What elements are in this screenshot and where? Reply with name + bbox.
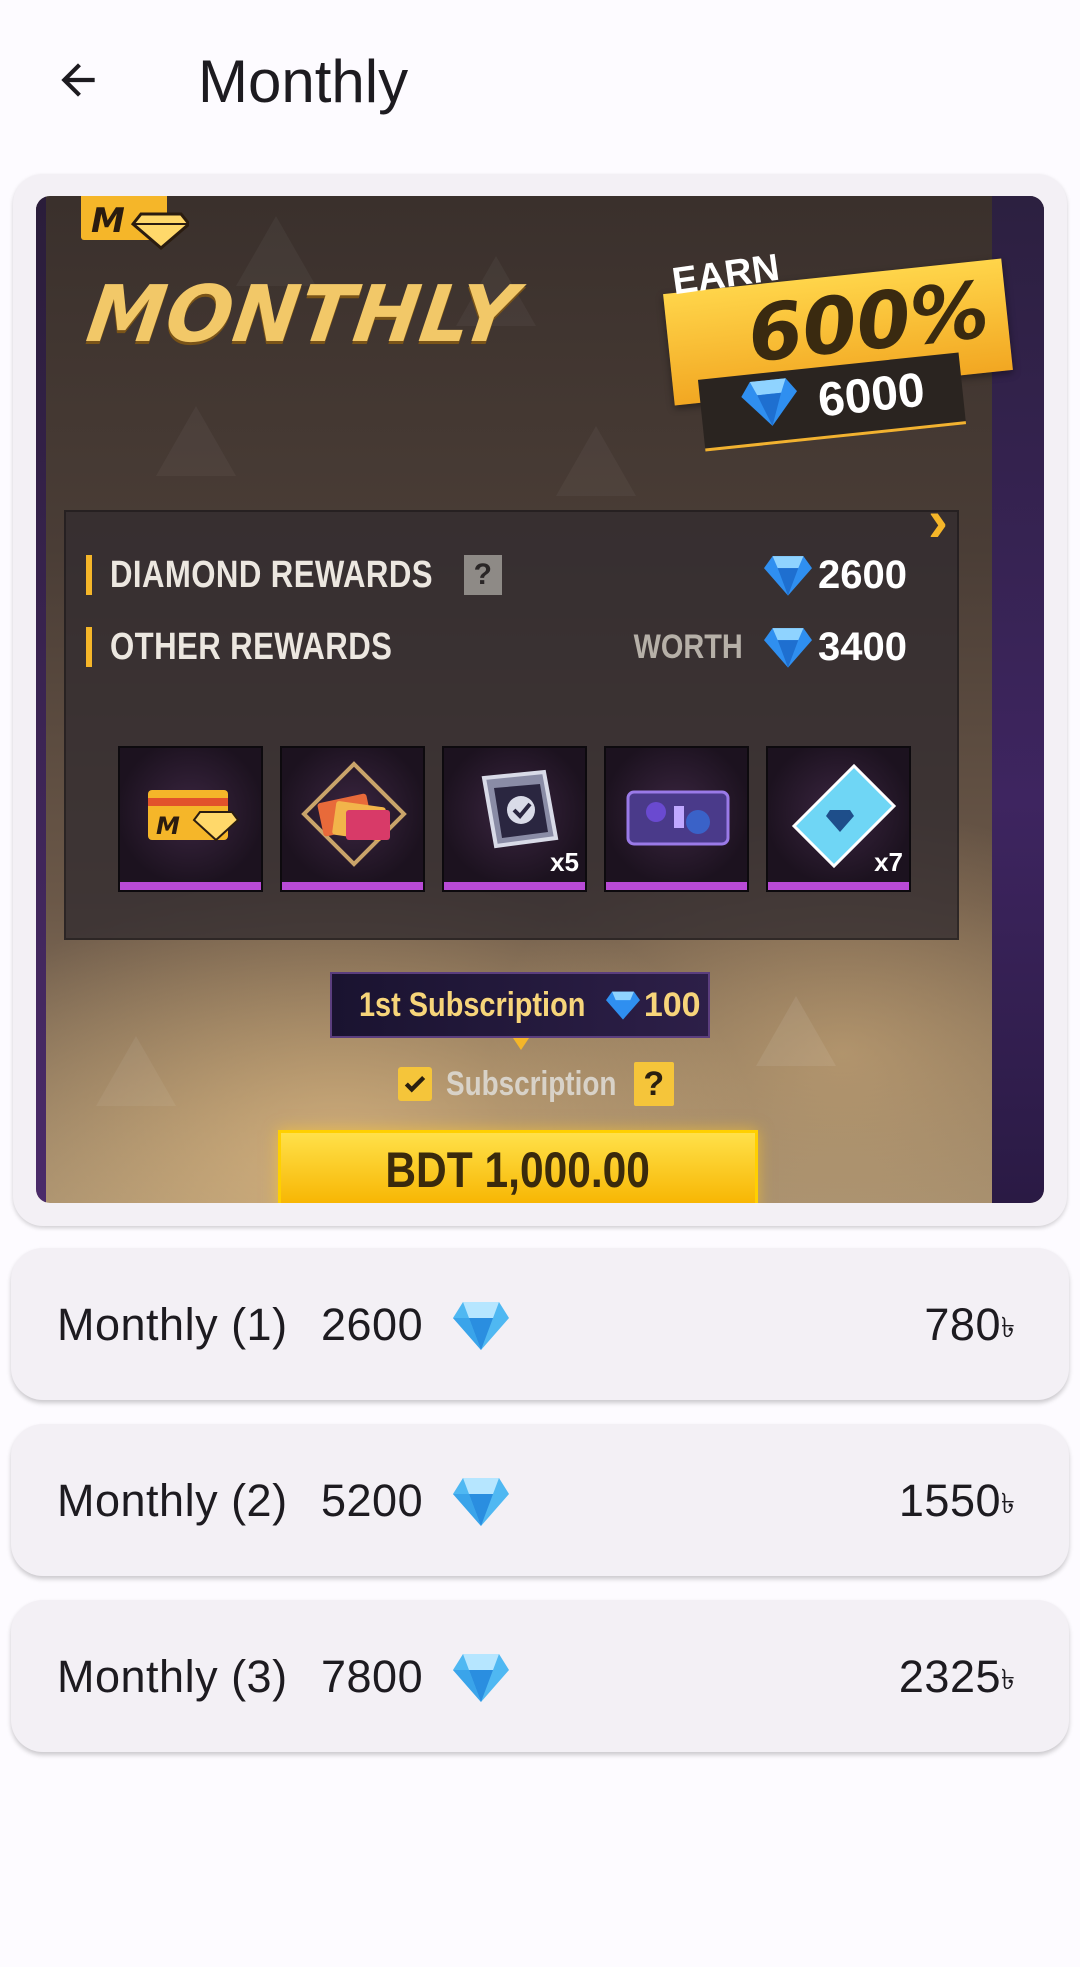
earn-diamonds: 6000 [815, 363, 928, 428]
monthly-card-badge-icon: M [81, 196, 189, 250]
monthly-card-item[interactable]: M [118, 746, 263, 892]
crate-icon [626, 790, 730, 846]
check-icon [404, 1075, 426, 1093]
rarity-bar [768, 882, 909, 890]
product-monthly-2[interactable]: Monthly (2) 5200 1550 ৳ [11, 1424, 1069, 1576]
svg-text:M: M [91, 201, 125, 241]
currency-symbol: ৳ [1001, 1487, 1015, 1520]
other-rewards-label: OTHER REWARDS [110, 625, 393, 668]
crate-item[interactable] [604, 746, 749, 892]
product-label: Monthly (2) [57, 1475, 288, 1526]
other-rewards-value: 3400 [818, 624, 907, 669]
monthly-banner-image: M MONTHLY EARN 600% 6000 DIAMOND REWARDS… [36, 196, 1044, 1203]
diamond-icon [764, 556, 813, 596]
arrow-back-icon [61, 63, 95, 97]
cards-bundle-icon [301, 761, 407, 867]
product-label: Monthly (1) [57, 1299, 288, 1350]
product-price: 1550 [898, 1475, 1001, 1526]
product-diamonds: 5200 [321, 1475, 424, 1526]
product-price: 2325 [898, 1651, 1001, 1702]
back-button[interactable] [28, 30, 128, 130]
diamond-icon [453, 1478, 509, 1526]
product-monthly-1[interactable]: Monthly (1) 2600 780 ৳ [11, 1248, 1069, 1400]
diamond-icon [453, 1654, 509, 1702]
rarity-bar [606, 882, 747, 890]
diamond-icon [605, 991, 640, 1020]
rarity-bar [120, 882, 261, 890]
top-app-bar: Monthly [0, 0, 1080, 168]
currency-symbol: ৳ [1001, 1311, 1015, 1344]
item-quantity: x7 [874, 847, 903, 877]
first-subscription-value: 100 [643, 985, 701, 1024]
monthly-card-icon: M [148, 790, 240, 842]
product-monthly-3[interactable]: Monthly (3) 7800 2325 ৳ [11, 1600, 1069, 1752]
page-title: Monthly [198, 48, 409, 115]
other-rewards-row: OTHER REWARDS [86, 624, 454, 670]
first-subscription-tag: 1st Subscription 100 [330, 972, 710, 1038]
diamond-ticket-item[interactable]: x7 [766, 746, 911, 892]
diamond-rewards-label: DIAMOND REWARDS [110, 553, 433, 596]
diamond-rewards-row: DIAMOND REWARDS ? [86, 552, 502, 598]
help-icon[interactable]: ? [463, 555, 502, 595]
banner-edge-left [36, 196, 46, 1203]
product-price: 780 [924, 1299, 1001, 1350]
cards-bundle-item[interactable] [280, 746, 425, 892]
product-label: Monthly (3) [57, 1651, 288, 1702]
subscription-label: Subscription [446, 1064, 617, 1103]
item-quantity: x5 [550, 847, 579, 877]
product-diamonds: 2600 [321, 1299, 424, 1350]
other-rewards-value-row: WORTH 3400 [624, 624, 907, 670]
worth-label: WORTH [633, 627, 743, 666]
subscription-toggle-row[interactable]: Subscription ? [398, 1058, 674, 1110]
rewards-panel: DIAMOND REWARDS ? 2600 OTHER REWARDS WOR… [64, 510, 959, 940]
monthly-banner-card[interactable]: M MONTHLY EARN 600% 6000 DIAMOND REWARDS… [13, 174, 1067, 1226]
product-diamonds: 7800 [321, 1651, 424, 1702]
reward-items-strip: M x5 x7 [118, 746, 930, 892]
price-button[interactable]: BDT 1,000.00 [278, 1130, 758, 1203]
diamond-icon [741, 378, 798, 426]
accent-bar [86, 555, 92, 595]
rarity-bar [282, 882, 423, 890]
rarity-bar [444, 882, 585, 890]
pointer-arrow [513, 1038, 529, 1050]
calendar-voucher-item[interactable]: x5 [442, 746, 587, 892]
currency-symbol: ৳ [1001, 1663, 1015, 1696]
price-label: BDT 1,000.00 [385, 1142, 651, 1198]
accent-bar [86, 627, 92, 667]
first-subscription-label: 1st Subscription [359, 985, 586, 1024]
subscription-checkbox[interactable] [398, 1067, 432, 1101]
diamond-icon [453, 1302, 509, 1350]
diamond-icon [764, 628, 813, 668]
diamond-rewards-value: 2600 [818, 552, 907, 597]
diamond-rewards-value-row: 2600 [764, 552, 907, 598]
svg-text:M: M [156, 812, 180, 840]
help-icon[interactable]: ? [633, 1062, 674, 1106]
chevron-right-icon[interactable]: › [928, 486, 948, 555]
banner-title: MONTHLY [81, 270, 524, 360]
